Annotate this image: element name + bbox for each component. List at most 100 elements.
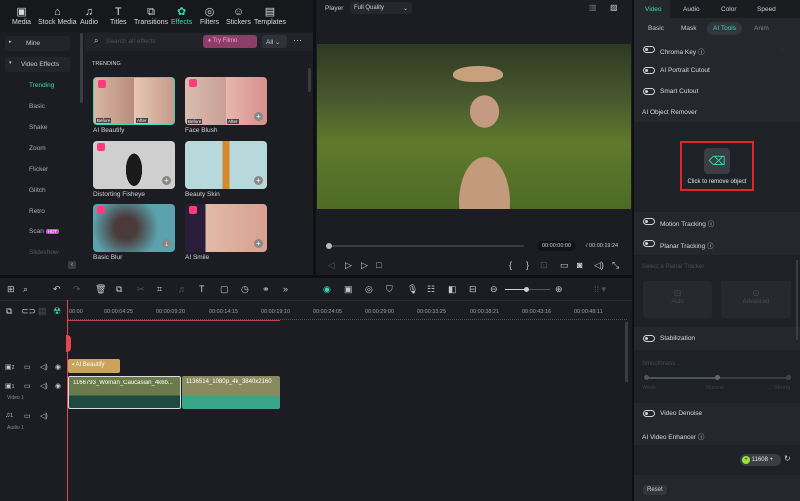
progress-slider[interactable]	[326, 243, 524, 249]
folder-icon[interactable]: ▭	[24, 382, 31, 390]
effect-card-distorting-fisheye[interactable]: +	[93, 141, 175, 189]
ai-bot-icon[interactable]: ☢	[53, 306, 61, 317]
toolbar-templates[interactable]: ▤ Templates	[254, 6, 286, 26]
eye-icon[interactable]: ◉	[55, 382, 61, 390]
quality-dropdown[interactable]: Full Quality ⌄	[350, 2, 412, 14]
fullscreen-icon[interactable]: ⤡	[612, 260, 619, 271]
try-filmora-button[interactable]: ♦ Try Filmo	[203, 35, 257, 48]
previous-frame-icon[interactable]: ◁	[328, 260, 335, 271]
motion-tracking-toggle[interactable]	[643, 218, 655, 225]
eye-icon[interactable]: ◉	[55, 363, 61, 371]
reset-button[interactable]: Reset	[643, 485, 667, 495]
toolbar-transitions[interactable]: ⧉ Transitions	[134, 6, 168, 26]
subtab-ai-tools[interactable]: AI Tools	[707, 22, 743, 35]
video-clip-1[interactable]: 1166793_Woman_Caucasian_4k6b...	[68, 376, 181, 409]
remove-object-button[interactable]: ⌫ Click to remove object	[680, 141, 754, 191]
toolbar-effects[interactable]: ✿ Effects	[171, 6, 192, 26]
render-preview-icon[interactable]: ▭	[560, 260, 569, 271]
volume-icon[interactable]: ◁)	[594, 260, 604, 271]
mark-in-icon[interactable]: {	[509, 260, 512, 270]
tab-video[interactable]: Video	[634, 0, 670, 18]
delete-icon[interactable]: 🗑	[95, 284, 106, 295]
redo-icon[interactable]: ↷	[73, 284, 81, 295]
view-options-icon[interactable]: ⁞⁞ ▾	[594, 284, 606, 295]
effect-clip-ai-beautify[interactable]: ▪ AI Beautify	[68, 359, 120, 373]
portrait-cutout-toggle[interactable]	[643, 67, 655, 74]
zoom-in-icon[interactable]: ⊕	[555, 284, 563, 295]
reset-icon[interactable]: ◌	[779, 45, 784, 54]
play-frame-icon[interactable]: ▷	[345, 260, 352, 271]
refresh-icon[interactable]: ↻	[784, 454, 791, 463]
subtab-basic[interactable]: Basic	[648, 25, 664, 32]
sidebar-item-trending[interactable]: Trending	[29, 82, 54, 89]
color-icon[interactable]: ⚭	[262, 284, 270, 295]
audio-mix-icon[interactable]: ☷	[427, 284, 435, 295]
sidebar-item-slideshow[interactable]: Slideshow	[29, 249, 59, 256]
track-height-icon[interactable]: ▤	[38, 306, 47, 317]
snapshot-display-icon[interactable]: ⊡	[540, 260, 548, 271]
timeline-scrollbar[interactable]	[625, 322, 628, 382]
select-tool-icon[interactable]: ⌕	[23, 284, 28, 295]
effect-card-ai-beautify[interactable]: Before After	[93, 77, 175, 125]
planar-auto-button[interactable]: ⊡ Auto	[643, 281, 712, 318]
download-icon[interactable]: ↓	[162, 239, 171, 248]
credits-button[interactable]: + 11608 +	[740, 454, 781, 466]
tab-color[interactable]: Color	[721, 6, 737, 13]
toolbar-stickers[interactable]: ☺ Stickers	[226, 6, 251, 26]
folder-icon[interactable]: ▭	[24, 363, 31, 371]
mute-icon[interactable]: ◁)	[40, 363, 48, 371]
speed-icon[interactable]: ◷	[241, 284, 249, 295]
sidebar-scrollbar[interactable]	[80, 33, 83, 103]
effects-scrollbar[interactable]	[308, 68, 311, 92]
add-icon[interactable]: +	[254, 112, 263, 121]
ai-assistant-icon[interactable]: ◉	[323, 284, 331, 295]
sidebar-item-scan[interactable]: Scan HOT	[29, 228, 60, 235]
microphone-icon[interactable]: 🎙	[407, 284, 418, 295]
sidebar-item-shake[interactable]: Shake	[29, 124, 47, 131]
add-icon[interactable]: +	[254, 176, 263, 185]
toolbar-media[interactable]: ▣ Media	[12, 6, 31, 26]
effect-card-ai-smile[interactable]: +	[185, 204, 267, 252]
sidebar-item-glitch[interactable]: Glitch	[29, 187, 46, 194]
compare-view-icon[interactable]: ▥	[589, 3, 597, 12]
stop-icon[interactable]: □	[376, 260, 381, 270]
layout-icon[interactable]: ⊞	[7, 284, 15, 295]
split-audio-icon[interactable]: ⧉	[116, 284, 122, 295]
chroma-key-toggle[interactable]	[643, 46, 655, 53]
add-icon[interactable]: +	[254, 239, 263, 248]
keyframe-icon[interactable]: ▢	[220, 284, 229, 295]
toolbar-titles[interactable]: T Titles	[110, 6, 126, 26]
sidebar-video-effects[interactable]: ▾ Video Effects	[5, 57, 70, 72]
camera-icon[interactable]: ◙	[577, 260, 582, 270]
panel-scrollbar[interactable]	[796, 260, 798, 340]
collapse-sidebar-button[interactable]: ‹	[68, 261, 76, 269]
toolbar-audio[interactable]: ♫ Audio	[80, 6, 98, 26]
mark-out-icon[interactable]: }	[526, 260, 529, 270]
sidebar-item-basic[interactable]: Basic	[29, 103, 45, 110]
zoom-slider[interactable]	[505, 287, 550, 292]
mute-icon[interactable]: ◁)	[40, 382, 48, 390]
subtab-mask[interactable]: Mask	[681, 25, 697, 32]
toolbar-stock-media[interactable]: ⌂ Stock Media	[38, 6, 77, 26]
stabilization-toggle[interactable]	[643, 335, 655, 342]
more-tools-icon[interactable]: »	[283, 284, 288, 294]
planar-advanced-button[interactable]: ⊙ Advanced	[721, 281, 791, 318]
subtab-animation[interactable]: Anim	[754, 25, 769, 32]
auto-highlight-icon[interactable]: ▣	[344, 284, 353, 295]
video-clip-2[interactable]: 1136514_1080p_4k_3840x2160	[182, 376, 280, 409]
smoothness-slider[interactable]	[644, 375, 791, 380]
video-denoise-toggle[interactable]	[643, 410, 655, 417]
mute-icon[interactable]: ◁)	[40, 412, 48, 420]
playhead-marker[interactable]	[66, 335, 71, 352]
sidebar-item-retro[interactable]: Retro	[29, 208, 45, 215]
smart-cutout-toggle[interactable]	[643, 88, 655, 95]
replace-icon[interactable]: ◧	[448, 284, 457, 295]
folder-icon[interactable]: ▭	[24, 412, 31, 420]
video-preview[interactable]	[317, 44, 631, 209]
add-track-icon[interactable]: ⧉	[6, 306, 12, 317]
undo-icon[interactable]: ↶	[53, 284, 61, 295]
cut-icon[interactable]: ✂	[137, 284, 145, 295]
audio-effect-icon[interactable]: ♬	[178, 284, 187, 294]
toolbar-filters[interactable]: ◎ Filters	[200, 6, 219, 26]
planar-tracking-toggle[interactable]	[643, 240, 655, 247]
